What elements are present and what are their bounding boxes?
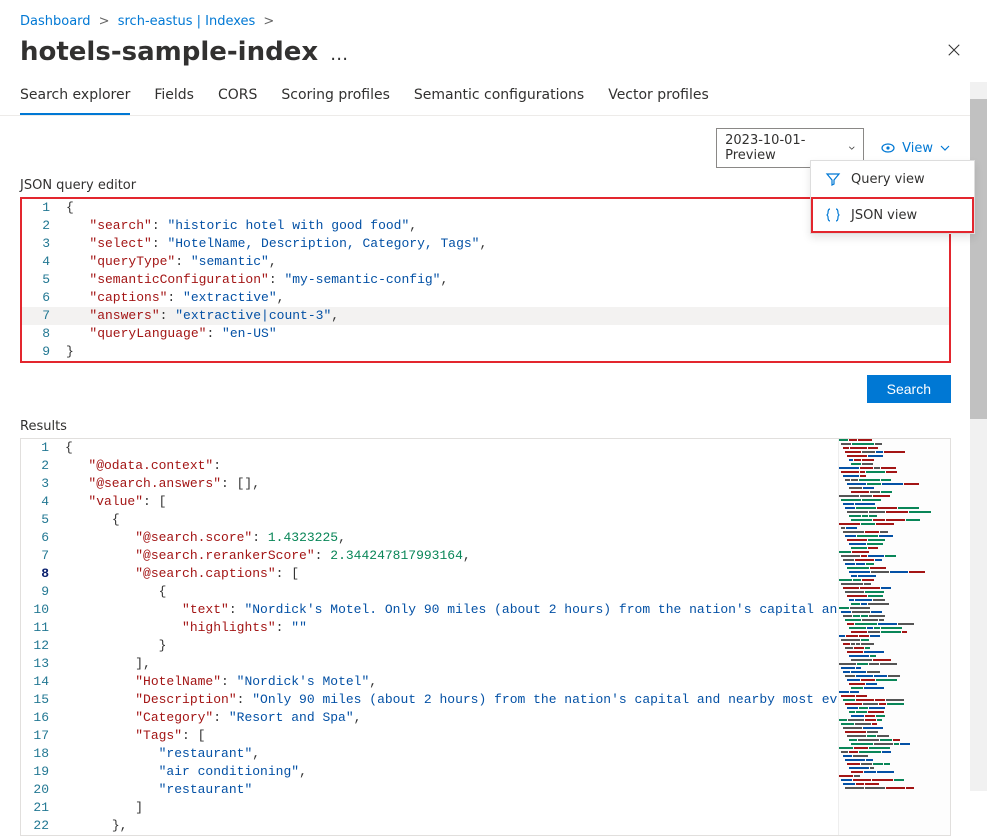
line-number: 18 [21,745,65,763]
close-icon [947,43,961,57]
code-line[interactable]: 21 ] [21,799,838,817]
code-line[interactable]: 17 "Tags": [ [21,727,838,745]
code-line[interactable]: 22 }, [21,817,838,835]
code-line[interactable]: 5 { [21,511,838,529]
line-number: 5 [22,271,66,289]
more-menu-button[interactable]: … [330,44,349,65]
code-line[interactable]: 15 "Description": "Only 90 miles (about … [21,691,838,709]
code-line[interactable]: 6 "captions": "extractive", [22,289,949,307]
view-label: View [902,141,933,156]
code-line[interactable]: 6 "@search.score": 1.4323225, [21,529,838,547]
code-line[interactable]: 8 "queryLanguage": "en-US" [22,325,949,343]
breadcrumb: Dashboard > srch-eastus | Indexes > [0,0,987,33]
chevron-down-icon [848,142,856,154]
code-line[interactable]: 8 "@search.captions": [ [21,565,838,583]
line-number: 7 [21,547,65,565]
code-line[interactable]: 4 "value": [ [21,493,838,511]
breadcrumb-service[interactable]: srch-eastus | Indexes [118,14,256,29]
line-number: 20 [21,781,65,799]
view-menu-json-view[interactable]: JSON view [811,197,974,233]
tabs: Search explorer Fields CORS Scoring profile… [0,77,987,116]
line-number: 17 [21,727,65,745]
filter-icon [825,171,841,187]
minimap[interactable] [838,439,950,835]
line-number: 4 [21,493,65,511]
code-line[interactable]: 3 "select": "HotelName, Description, Cat… [22,235,949,253]
code-line[interactable]: 19 "air conditioning", [21,763,838,781]
close-button[interactable] [941,37,967,67]
code-line[interactable]: 4 "queryType": "semantic", [22,253,949,271]
search-button[interactable]: Search [867,375,951,403]
code-line[interactable]: 7 "answers": "extractive|count-3", [22,307,949,325]
tab-cors[interactable]: CORS [218,77,257,115]
chevron-right-icon: > [99,14,110,29]
view-menu-button[interactable]: View [880,140,951,156]
line-number: 1 [22,199,66,217]
eye-icon [880,140,896,156]
line-number: 9 [21,583,65,601]
line-number: 3 [22,235,66,253]
line-number: 6 [21,529,65,547]
code-line[interactable]: 10 "text": "Nordick's Motel. Only 90 mil… [21,601,838,619]
chevron-down-icon [939,142,951,154]
braces-icon [825,207,841,223]
line-number: 10 [21,601,65,619]
line-number: 15 [21,691,65,709]
line-number: 22 [21,817,65,835]
line-number: 2 [21,457,65,475]
code-line[interactable]: 16 "Category": "Resort and Spa", [21,709,838,727]
results-viewer[interactable]: 1{2 "@odata.context":3 "@search.answers"… [20,438,951,836]
code-line[interactable]: 7 "@search.rerankerScore": 2.34424781799… [21,547,838,565]
view-menu-query-view[interactable]: Query view [811,161,974,197]
code-line[interactable]: 2 "@odata.context": [21,457,838,475]
code-line[interactable]: 14 "HotelName": "Nordick's Motel", [21,673,838,691]
view-menu-item-label: Query view [851,172,925,187]
view-menu-item-label: JSON view [851,208,917,223]
line-number: 1 [21,439,65,457]
code-line[interactable]: 18 "restaurant", [21,745,838,763]
chevron-right-icon: > [263,14,274,29]
view-menu: Query view JSON view [810,160,975,234]
line-number: 21 [21,799,65,817]
line-number: 8 [21,565,65,583]
code-line[interactable]: 11 "highlights": "" [21,619,838,637]
line-number: 19 [21,763,65,781]
tab-fields[interactable]: Fields [154,77,194,115]
line-number: 7 [22,307,66,325]
line-number: 14 [21,673,65,691]
tab-semantic-configurations[interactable]: Semantic configurations [414,77,584,115]
code-line[interactable]: 3 "@search.answers": [], [21,475,838,493]
line-number: 12 [21,637,65,655]
code-line[interactable]: 20 "restaurant" [21,781,838,799]
page-title: hotels-sample-index [20,37,318,67]
line-number: 11 [21,619,65,637]
code-line[interactable]: 5 "semanticConfiguration": "my-semantic-… [22,271,949,289]
line-number: 9 [22,343,66,361]
tab-scoring-profiles[interactable]: Scoring profiles [281,77,390,115]
line-number: 3 [21,475,65,493]
line-number: 4 [22,253,66,271]
api-version-value: 2023-10-01-Preview [725,133,807,163]
tab-search-explorer[interactable]: Search explorer [20,77,130,115]
code-line[interactable]: 9} [22,343,949,361]
code-line[interactable]: 13 ], [21,655,838,673]
line-number: 5 [21,511,65,529]
line-number: 2 [22,217,66,235]
tab-vector-profiles[interactable]: Vector profiles [608,77,709,115]
code-line[interactable]: 9 { [21,583,838,601]
line-number: 6 [22,289,66,307]
line-number: 8 [22,325,66,343]
code-line[interactable]: 12 } [21,637,838,655]
code-line[interactable]: 1{ [21,439,838,457]
line-number: 13 [21,655,65,673]
results-section-label: Results [0,415,987,438]
line-number: 16 [21,709,65,727]
breadcrumb-dashboard[interactable]: Dashboard [20,14,91,29]
